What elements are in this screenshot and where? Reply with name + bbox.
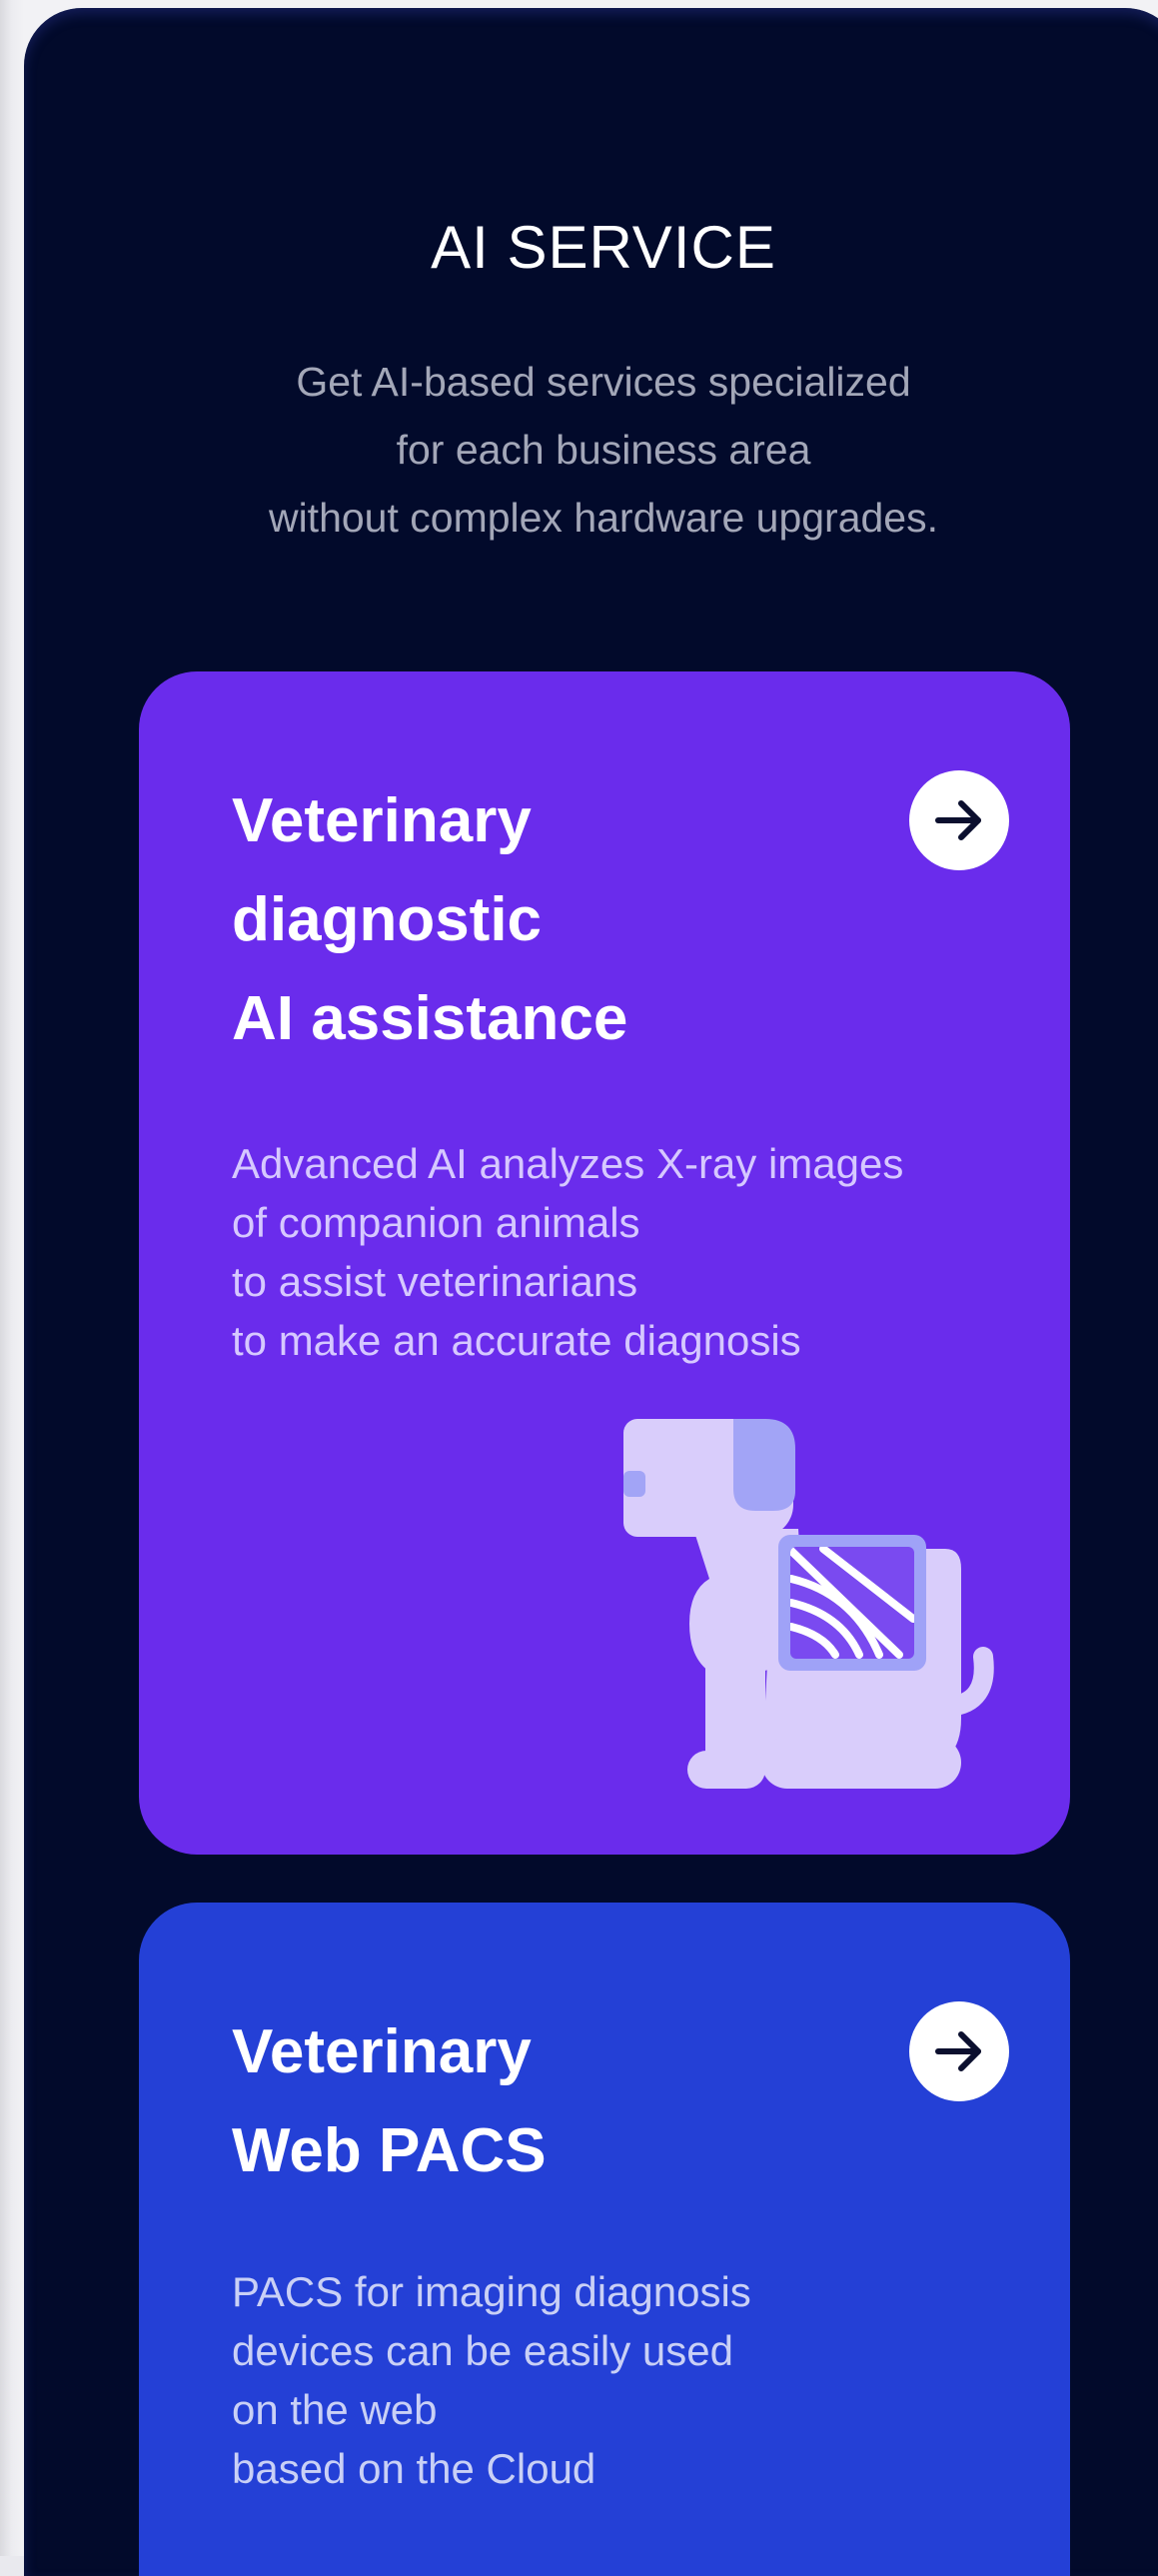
arrow-right-icon bbox=[935, 2031, 981, 2071]
card-description-line: based on the Cloud bbox=[232, 2445, 596, 2492]
card-title: Veterinary Web PACS bbox=[232, 2002, 871, 2200]
card-title-line: AI assistance bbox=[232, 984, 628, 1053]
card-description: Advanced AI analyzes X-ray images of com… bbox=[232, 1134, 1011, 1370]
subtitle-line: for each business area bbox=[396, 427, 811, 473]
card-arrow-button[interactable] bbox=[909, 770, 1009, 870]
card-title-line: Veterinary bbox=[232, 2017, 532, 2086]
card-description-line: on the web bbox=[232, 2386, 438, 2433]
card-title: Veterinary diagnostic AI assistance bbox=[232, 771, 871, 1068]
section-subtitle: Get AI-based services specialized for ea… bbox=[24, 348, 1158, 552]
subtitle-line: Get AI-based services specialized bbox=[296, 359, 911, 405]
card-title-line: Veterinary bbox=[232, 786, 532, 855]
service-card-veterinary-ai[interactable]: Veterinary diagnostic AI assistance Adva… bbox=[139, 671, 1070, 1855]
section-title: AI SERVICE bbox=[431, 214, 776, 281]
card-description-line: devices can be easily used bbox=[232, 2327, 733, 2374]
ai-service-section: AI SERVICE Get AI-based services special… bbox=[24, 8, 1158, 2576]
card-title-line: diagnostic bbox=[232, 885, 543, 954]
arrow-right-icon bbox=[935, 800, 981, 840]
card-description-line: to assist veterinarians bbox=[232, 1258, 638, 1305]
card-description-line: Advanced AI analyzes X-ray images bbox=[232, 1140, 904, 1187]
card-description-line: to make an accurate diagnosis bbox=[232, 1317, 801, 1364]
card-description-line: of companion animals bbox=[232, 1199, 640, 1246]
service-card-web-pacs[interactable]: Veterinary Web PACS PACS for imaging dia… bbox=[139, 1903, 1070, 2576]
card-description: PACS for imaging diagnosis devices can b… bbox=[232, 2262, 1011, 2498]
subtitle-line: without complex hardware upgrades. bbox=[268, 495, 939, 541]
card-description-line: PACS for imaging diagnosis bbox=[232, 2268, 751, 2315]
card-arrow-button[interactable] bbox=[909, 2001, 1009, 2101]
dog-xray-illustration bbox=[623, 1419, 994, 1789]
card-title-line: Web PACS bbox=[232, 2116, 547, 2185]
